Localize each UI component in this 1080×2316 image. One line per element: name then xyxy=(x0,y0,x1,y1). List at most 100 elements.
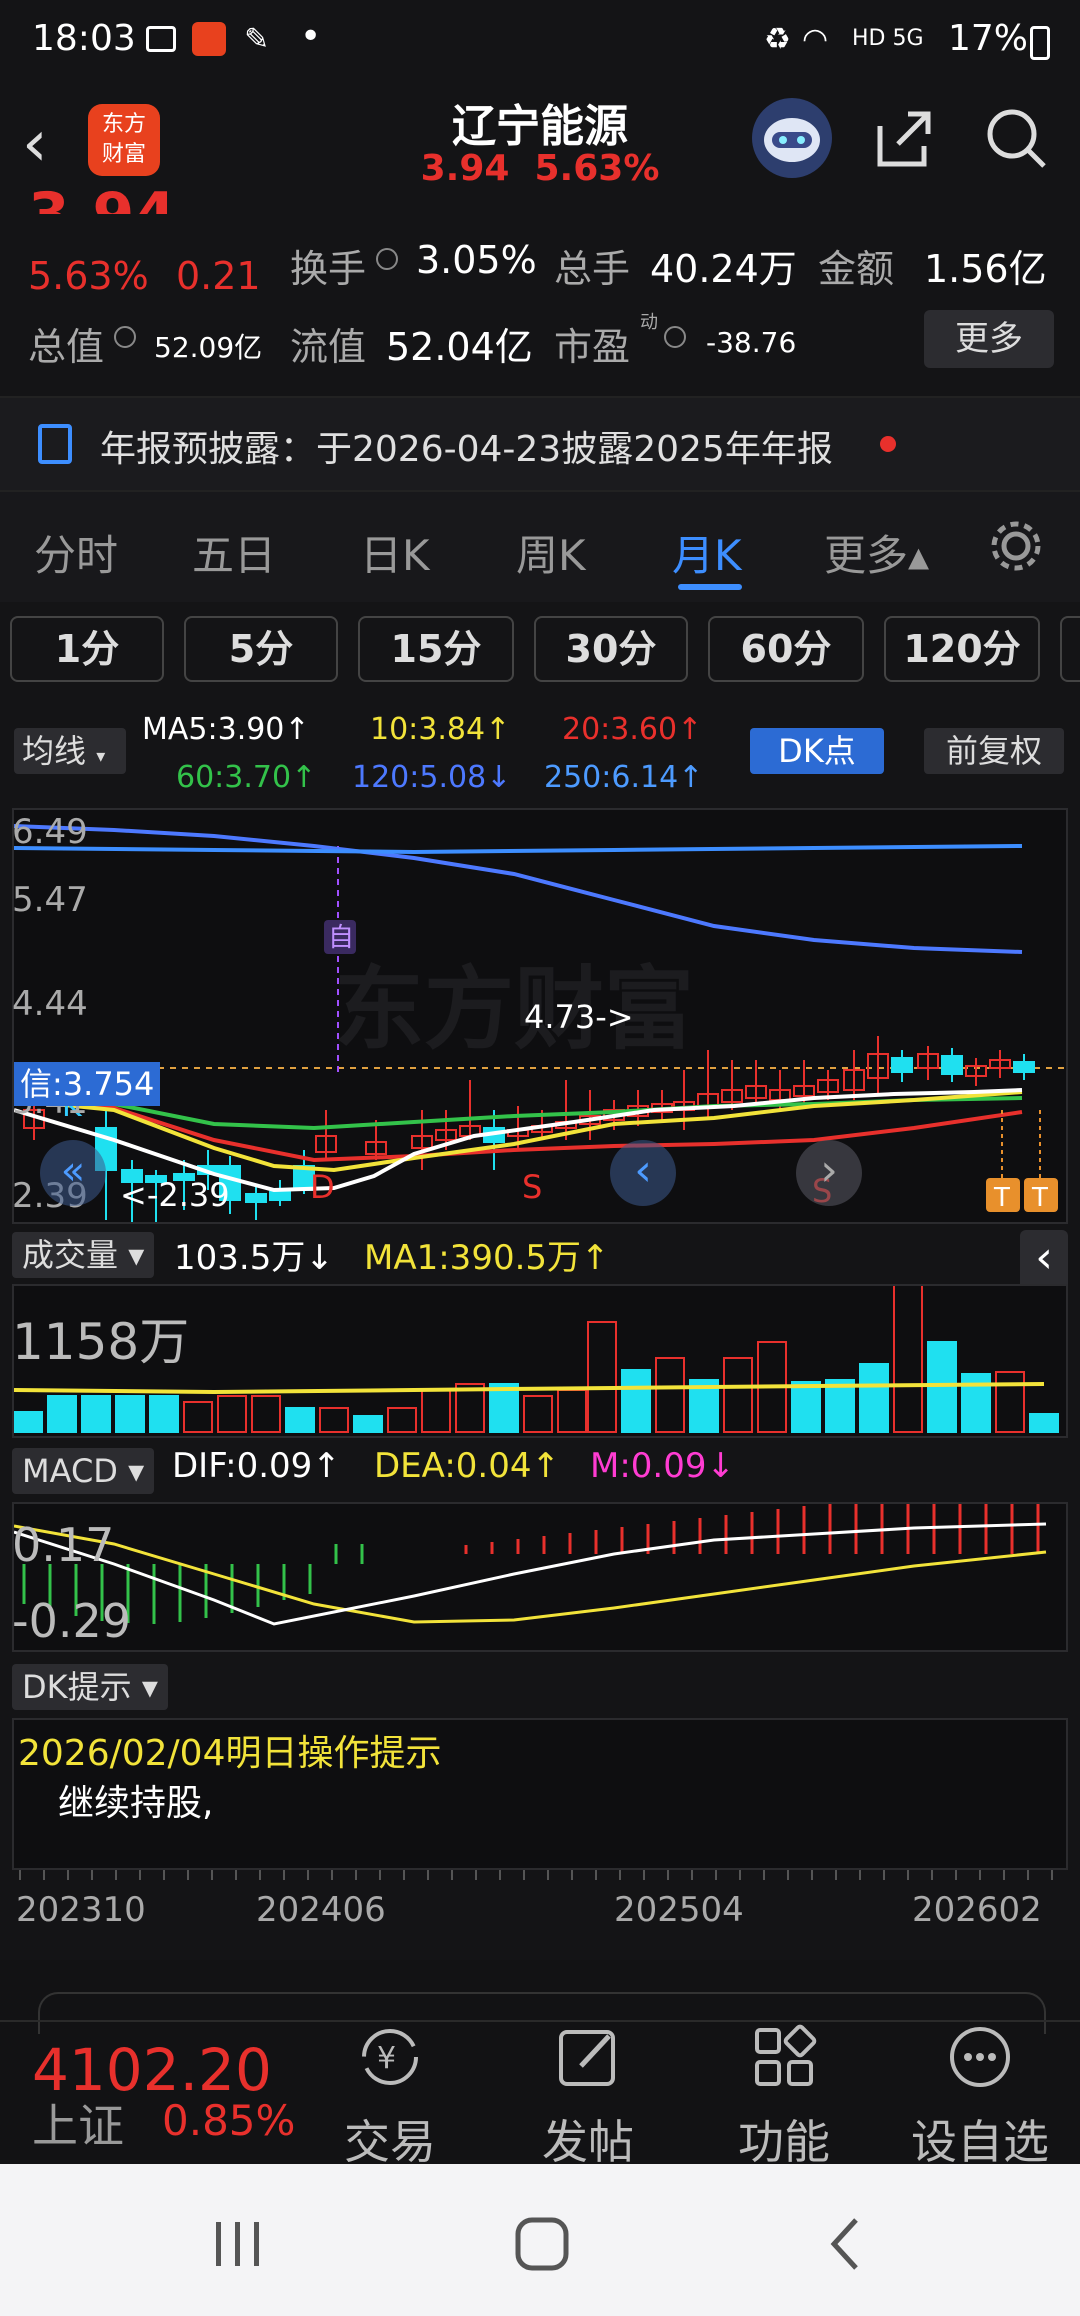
volume-chart[interactable]: 1158万 xyxy=(12,1284,1068,1438)
network-type: HD 5G xyxy=(852,26,924,51)
volume-label: 总手 xyxy=(554,247,631,291)
period-1min[interactable]: 1分 xyxy=(10,616,164,682)
candle-body xyxy=(941,1055,963,1075)
pe-sup: 动 xyxy=(640,312,658,333)
candle-body xyxy=(269,1191,291,1201)
info-icon[interactable] xyxy=(376,248,398,270)
edit-icon xyxy=(559,2030,615,2086)
volume-bar xyxy=(353,1415,383,1433)
tab-weekly-k[interactable]: 周K xyxy=(516,522,586,583)
volume-bar xyxy=(791,1381,821,1433)
change-pct: 5.63% xyxy=(28,254,149,298)
volume-bar xyxy=(587,1321,617,1433)
price-partial: 3.94 xyxy=(28,180,176,214)
period-more-partial[interactable] xyxy=(1060,616,1080,682)
system-navigation-bar xyxy=(0,2164,1080,2316)
mktcap-value: 52.09亿 xyxy=(154,331,263,364)
macd-dif: DIF:0.09↑ xyxy=(172,1446,341,1486)
volume-bar xyxy=(183,1401,213,1433)
search-icon[interactable] xyxy=(984,106,1048,170)
grid-apps-icon xyxy=(755,2024,817,2086)
macd-chart[interactable]: 0.17 -0.29 xyxy=(12,1502,1068,1652)
share-icon[interactable] xyxy=(872,106,936,170)
header-price: 3.94 xyxy=(420,148,510,189)
pe-label: 市盈 xyxy=(554,325,631,369)
volume-bar xyxy=(523,1395,553,1433)
active-tab-indicator xyxy=(678,584,742,590)
yuan-exchange-icon: ¥ xyxy=(362,2029,418,2085)
document-icon xyxy=(38,424,72,464)
nav-add-watchlist[interactable]: 设自选 xyxy=(900,2022,1060,2172)
collapse-panel-button[interactable]: ‹ xyxy=(1020,1230,1068,1290)
mktcap-label: 总值 xyxy=(28,325,105,369)
volume-bar xyxy=(1029,1413,1059,1433)
ma-selector[interactable]: 均线 ▾ xyxy=(14,728,126,774)
nav-trade[interactable]: ¥ 交易 xyxy=(330,2022,450,2172)
scroll-left-button[interactable]: ‹ xyxy=(610,1140,676,1206)
recycle-icon: ♻ xyxy=(764,22,791,57)
tab-intraday[interactable]: 分时 xyxy=(34,522,118,583)
more-dot-icon: • xyxy=(300,16,322,57)
robot-assistant-icon[interactable] xyxy=(752,98,832,178)
volume-value: 103.5万↓ xyxy=(174,1238,334,1278)
time-axis: 202310 202406 202504 202602 xyxy=(0,1870,1080,1962)
volume-bar xyxy=(655,1357,685,1433)
info-icon[interactable] xyxy=(664,326,686,348)
change-amount: 0.21 xyxy=(176,254,261,298)
self-marker: 自 xyxy=(328,923,354,953)
nav-post[interactable]: 发帖 xyxy=(528,2022,648,2172)
volume-value: 40.24万 xyxy=(650,247,797,291)
ma20-value: 20:3.60↑ xyxy=(562,712,703,747)
ma60-value: 60:3.70↑ xyxy=(176,760,317,795)
forward-adjust-button[interactable]: 前复权 xyxy=(924,728,1064,774)
tab-daily-k[interactable]: 日K xyxy=(360,522,430,583)
volume-bar xyxy=(319,1407,349,1433)
nav-functions[interactable]: 功能 xyxy=(724,2022,844,2172)
signal-d: D xyxy=(310,1168,335,1206)
home-icon[interactable] xyxy=(512,2214,572,2278)
turnover-value: 3.05% xyxy=(416,238,537,282)
volume-bar xyxy=(621,1369,651,1433)
dk-tip-panel: 2026/02/04明日操作提示 继续持股, xyxy=(12,1718,1068,1870)
battery-icon xyxy=(1030,26,1050,60)
volume-bar xyxy=(927,1341,957,1433)
header-pct: 5.63% xyxy=(534,148,660,189)
volume-bar xyxy=(149,1395,179,1433)
more-button[interactable]: 更多 xyxy=(924,310,1054,368)
volume-header: 成交量 ▾ 103.5万↓ MA1:390.5万↑ ‹ xyxy=(12,1230,1068,1290)
gallery-icon xyxy=(146,26,176,52)
annual-report-notice[interactable]: 年报预披露：于2026-04-23披露2025年年报 xyxy=(0,396,1080,492)
scroll-start-button[interactable]: « xyxy=(40,1140,106,1206)
ma10-value: 10:3.84↑ xyxy=(370,712,511,747)
volume-bar xyxy=(47,1395,77,1433)
period-30min[interactable]: 30分 xyxy=(534,616,688,682)
feather-icon: ✎ xyxy=(244,22,270,57)
info-icon[interactable] xyxy=(114,326,136,348)
period-120min[interactable]: 120分 xyxy=(884,616,1040,682)
volume-bar xyxy=(81,1395,111,1433)
scroll-right-button[interactable]: › xyxy=(796,1140,862,1206)
volume-ma-line xyxy=(14,1382,1045,1395)
period-15min[interactable]: 15分 xyxy=(358,616,514,682)
kline-chart[interactable]: 东方财富 K 自 4.73-> <-2.39 D S S T T 6.49 5.… xyxy=(12,808,1068,1224)
t-mark-2: T xyxy=(1031,1183,1048,1213)
period-5min[interactable]: 5分 xyxy=(184,616,338,682)
ma-legend: 均线 ▾ MA5:3.90↑ 10:3.84↑ 20:3.60↑ 60:3.70… xyxy=(0,712,1080,808)
y-label-3: 4.44 xyxy=(12,984,88,1024)
volume-selector[interactable]: 成交量 ▾ xyxy=(12,1232,155,1278)
recent-apps-icon[interactable] xyxy=(210,2216,266,2276)
settings-gear-icon[interactable] xyxy=(986,516,1046,580)
tab-more[interactable]: 更多▴ xyxy=(824,522,929,583)
dk-selector[interactable]: DK提示 ▾ xyxy=(12,1664,168,1710)
period-60min[interactable]: 60分 xyxy=(708,616,864,682)
more-circle-icon xyxy=(950,2027,1010,2087)
y-label-1: 6.49 xyxy=(12,812,88,852)
macd-selector[interactable]: MACD ▾ xyxy=(12,1448,155,1494)
tab-five-day[interactable]: 五日 xyxy=(192,522,276,583)
system-back-icon[interactable] xyxy=(824,2214,864,2278)
ma-selector-label: 均线 xyxy=(22,732,87,770)
volume-bar xyxy=(489,1383,519,1433)
dk-point-button[interactable]: DK点 xyxy=(750,728,884,774)
volume-bar xyxy=(285,1407,315,1433)
tab-monthly-k[interactable]: 月K xyxy=(672,522,742,583)
